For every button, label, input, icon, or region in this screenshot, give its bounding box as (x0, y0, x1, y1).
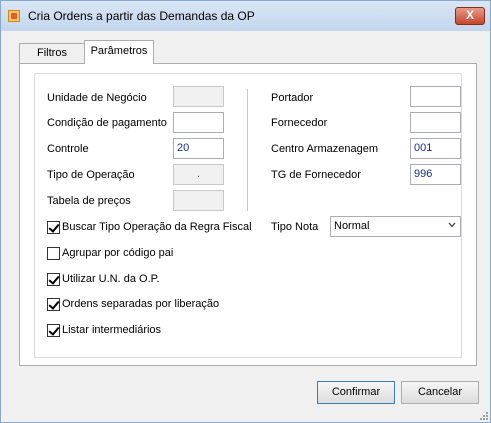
controle-label: Controle (47, 143, 89, 155)
portador-field[interactable] (410, 86, 461, 107)
fornecedor-label: Fornecedor (271, 117, 328, 129)
unidade-negocio-label: Unidade de Negócio (47, 92, 147, 104)
tg-fornecedor-label: TG de Fornecedor (271, 169, 361, 181)
centro-armazenagem-label: Centro Armazenagem (271, 143, 378, 155)
tabela-precos-label: Tabela de preços (47, 195, 131, 207)
dialog-window: Cria Ordens a partir das Demandas da OP … (0, 0, 491, 423)
chevron-down-icon (448, 222, 456, 228)
column-divider (247, 89, 248, 211)
tipo-nota-label: Tipo Nota (271, 221, 319, 233)
checkbox-utilizar-un-op[interactable] (47, 273, 60, 286)
checkbox-label-buscar-tipo-operacao[interactable]: Buscar Tipo Operação da Regra Fiscal (62, 221, 252, 233)
condicao-pagamento-label: Condição de pagamento (47, 117, 167, 129)
resize-grip-icon[interactable] (479, 411, 489, 421)
controle-field[interactable]: 20 (173, 138, 224, 159)
checkbox-label-ordens-separadas[interactable]: Ordens separadas por liberação (62, 298, 219, 310)
tab-parametros[interactable]: Parâmetros (84, 40, 154, 64)
app-icon (8, 10, 20, 22)
fornecedor-field[interactable] (410, 112, 461, 133)
title-bar[interactable]: Cria Ordens a partir das Demandas da OP … (1, 1, 490, 31)
checkbox-listar-intermediarios[interactable] (47, 324, 60, 337)
window-title: Cria Ordens a partir das Demandas da OP (28, 9, 255, 23)
tab-filtros[interactable]: Filtros (19, 43, 85, 63)
centro-armazenagem-field[interactable]: 001 (410, 138, 461, 159)
checkbox-label-agrupar-codigo-pai[interactable]: Agrupar por código pai (62, 247, 173, 259)
checkbox-agrupar-codigo-pai[interactable] (47, 247, 60, 260)
tabela-precos-field (173, 190, 224, 211)
checkbox-label-utilizar-un-op[interactable]: Utilizar U.N. da O.P. (62, 273, 160, 285)
tg-fornecedor-field[interactable]: 996 (410, 164, 461, 185)
portador-label: Portador (271, 92, 314, 104)
confirm-button[interactable]: Confirmar (317, 381, 395, 404)
tipo-operacao-field: . (173, 164, 224, 185)
checkbox-buscar-tipo-operacao[interactable] (47, 221, 60, 234)
cancel-button[interactable]: Cancelar (401, 381, 479, 404)
checkbox-ordens-separadas[interactable] (47, 298, 60, 311)
checkbox-label-listar-intermediarios[interactable]: Listar intermediários (62, 324, 161, 336)
parametros-panel (19, 63, 477, 366)
close-button[interactable]: X (455, 7, 485, 25)
condicao-pagamento-field[interactable] (173, 112, 224, 133)
tipo-nota-value: Normal (334, 220, 370, 232)
unidade-negocio-field (173, 86, 224, 107)
tipo-operacao-label: Tipo de Operação (47, 169, 135, 181)
tipo-nota-select[interactable]: Normal (330, 216, 461, 237)
